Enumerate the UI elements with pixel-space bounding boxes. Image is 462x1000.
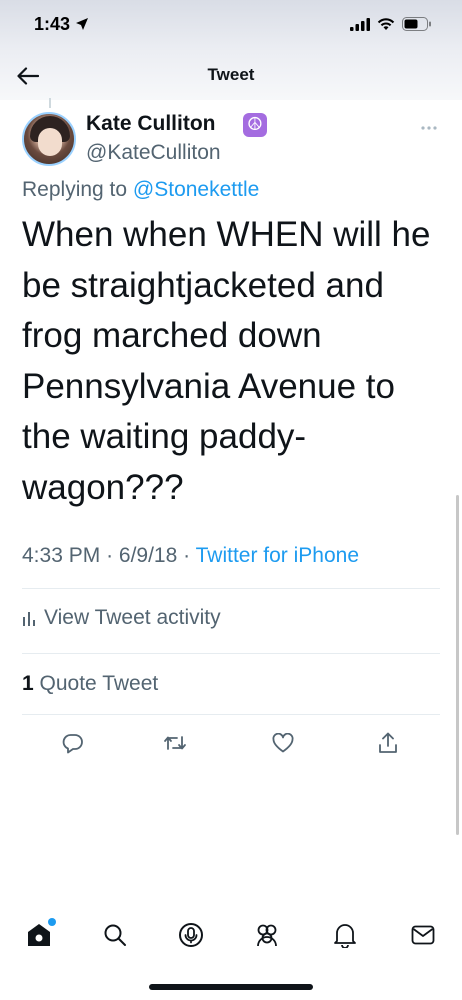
tab-messages[interactable] xyxy=(408,920,438,950)
reply-button[interactable] xyxy=(60,730,86,756)
user-handle[interactable]: @KateCulliton xyxy=(86,141,221,165)
replying-to: Replying to @Stonekettle xyxy=(22,178,259,202)
activity-icon xyxy=(23,612,35,626)
divider xyxy=(22,588,440,589)
tab-communities[interactable] xyxy=(252,920,282,950)
thread-line xyxy=(49,98,51,108)
retweet-button[interactable] xyxy=(162,730,188,756)
meta-separator-2: · xyxy=(183,544,191,567)
battery-icon xyxy=(402,17,431,31)
nav-bar: Tweet xyxy=(0,52,462,100)
tweet-meta: 4:33 PM · 6/9/18 · Twitter for iPhone xyxy=(22,544,359,568)
home-icon xyxy=(28,924,50,946)
share-icon xyxy=(379,732,397,753)
page-title: Tweet xyxy=(207,65,255,84)
notification-dot xyxy=(48,918,56,926)
tweet-time: 4:33 PM xyxy=(22,544,101,567)
quote-count: 1 xyxy=(22,672,34,695)
tweet-text: When when WHEN will he be straightjacket… xyxy=(22,215,431,507)
like-icon xyxy=(272,733,294,753)
retweet-icon xyxy=(164,736,186,750)
bell-icon xyxy=(334,924,356,948)
status-time-text: 1:43 xyxy=(34,14,71,34)
spaces-icon xyxy=(179,923,203,947)
status-indicators xyxy=(350,17,432,31)
replying-to-link[interactable]: @Stonekettle xyxy=(133,178,259,201)
status-time: 1:43 xyxy=(34,14,89,35)
mail-icon xyxy=(411,925,435,945)
quote-label: Quote Tweet xyxy=(39,672,159,695)
tab-notifications[interactable] xyxy=(330,920,360,950)
tab-bar xyxy=(0,910,462,960)
tab-spaces[interactable] xyxy=(176,920,206,950)
meta-separator: · xyxy=(106,544,114,567)
avatar-face xyxy=(38,128,62,156)
reply-icon xyxy=(62,734,83,754)
communities-icon xyxy=(257,924,277,947)
like-button[interactable] xyxy=(270,730,296,756)
avatar[interactable] xyxy=(22,112,76,166)
divider xyxy=(22,653,440,654)
display-name[interactable]: Kate Culliton xyxy=(86,112,216,136)
tab-search[interactable] xyxy=(100,920,130,950)
more-button[interactable] xyxy=(420,118,438,134)
more-icon xyxy=(421,126,437,130)
divider xyxy=(22,714,440,715)
share-button[interactable] xyxy=(375,730,401,756)
replying-prefix: Replying to xyxy=(22,178,128,201)
tweet-date: 6/9/18 xyxy=(118,544,178,567)
view-tweet-activity[interactable]: View Tweet activity xyxy=(22,606,221,630)
tweet-source[interactable]: Twitter for iPhone xyxy=(196,544,359,567)
peace-icon: ☮ xyxy=(246,114,264,135)
status-bar: 1:43 xyxy=(0,0,462,52)
tweet-actions xyxy=(0,730,462,760)
location-arrow-icon xyxy=(76,18,89,30)
search-icon xyxy=(104,924,126,946)
tab-home[interactable] xyxy=(24,918,56,950)
quote-tweets-link[interactable]: 1 Quote Tweet xyxy=(22,672,158,696)
activity-label: View Tweet activity xyxy=(44,606,221,629)
home-indicator xyxy=(149,984,313,990)
signal-icon xyxy=(350,17,370,31)
wifi-icon xyxy=(377,17,395,30)
scrollbar[interactable] xyxy=(456,495,459,835)
peace-emoji-badge: ☮ xyxy=(243,113,267,137)
